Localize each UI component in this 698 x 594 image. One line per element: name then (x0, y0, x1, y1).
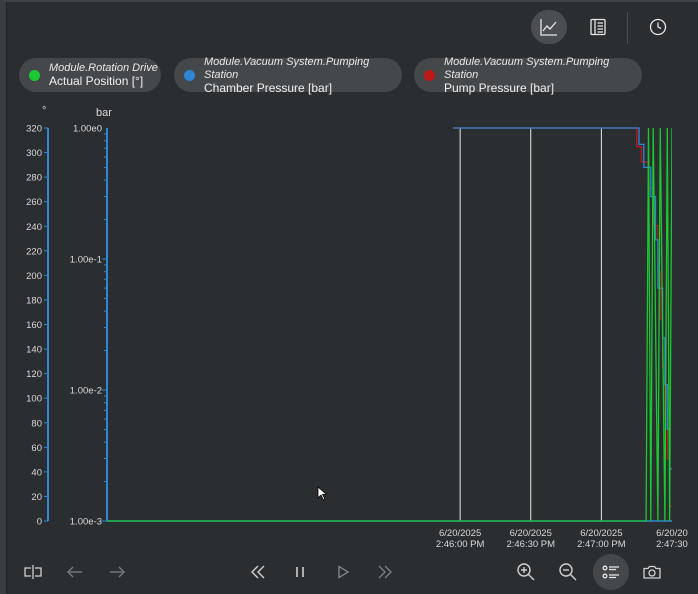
left-axis-tick-label: 320 (26, 124, 42, 135)
x-tick-date: 6/20/2025 (580, 528, 622, 539)
left-axis-tick-label: 220 (26, 246, 42, 257)
right-axis-tick-label: 1.00e-2 (70, 386, 102, 397)
x-tick-time: 2:47:00 PM (577, 539, 626, 550)
pause-icon (296, 567, 304, 577)
mouse-cursor-icon (317, 486, 328, 501)
legend-toggle-button[interactable] (593, 554, 629, 590)
left-axis-tick-label: 60 (31, 443, 42, 454)
left-axis-tick-label: 300 (26, 148, 42, 159)
forward-button[interactable] (103, 558, 131, 586)
right-axis-tick-label: 1.00e-1 (70, 255, 102, 266)
zoom-out-button[interactable] (554, 558, 582, 586)
x-tick-date: 6/20/20 (656, 528, 688, 539)
camera-icon (643, 565, 661, 579)
x-tick-time: 2:47:30 (656, 539, 688, 550)
series-line (107, 127, 672, 522)
fast-forward-button[interactable] (371, 558, 399, 586)
fast-rewind-icon (251, 565, 265, 579)
left-axis-tick-label: 120 (26, 369, 42, 380)
back-button[interactable] (61, 558, 89, 586)
split-view-icon (24, 565, 42, 579)
legend-list-icon (602, 565, 619, 579)
series-line (453, 127, 672, 507)
x-tick-time: 2:46:00 PM (436, 539, 485, 550)
x-tick-date: 6/20/2025 (439, 528, 481, 539)
left-axis-tick-label: 280 (26, 173, 42, 184)
left-axis-tick-label: 100 (26, 394, 42, 405)
arrow-right-icon (110, 566, 125, 578)
right-axis-tick-label: 1.00e-3 (70, 517, 102, 528)
arrow-left-icon (67, 566, 82, 578)
left-axis-tick-label: 200 (26, 271, 42, 282)
left-axis-tick-label: 140 (26, 345, 42, 356)
pause-button[interactable] (286, 558, 314, 586)
zoom-in-button[interactable] (512, 558, 540, 586)
x-tick-date: 6/20/2025 (510, 528, 552, 539)
trend-chart[interactable]: 6/20/20252:46:00 PM6/20/20252:46:30 PM6/… (0, 0, 698, 560)
snapshot-button[interactable] (638, 558, 666, 586)
split-view-button[interactable] (19, 558, 47, 586)
left-axis-tick-label: 160 (26, 320, 42, 331)
play-button[interactable] (329, 558, 357, 586)
fast-forward-icon (378, 565, 392, 579)
left-axis-tick-label: 20 (31, 492, 42, 503)
zoom-out-icon (559, 563, 577, 581)
play-icon (338, 565, 350, 579)
left-axis-tick-label: 40 (31, 467, 42, 478)
series-line (453, 127, 672, 470)
left-axis-tick-label: 0 (37, 517, 42, 528)
left-axis-tick-label: 260 (26, 197, 42, 208)
left-axis-tick-label: 180 (26, 295, 42, 306)
fast-rewind-button[interactable] (244, 558, 272, 586)
left-axis-tick-label: 80 (31, 418, 42, 429)
x-tick-time: 2:46:30 PM (506, 539, 555, 550)
left-axis-tick-label: 240 (26, 222, 42, 233)
right-axis-tick-label: 1.00e0 (73, 124, 102, 135)
zoom-in-icon (517, 563, 535, 581)
